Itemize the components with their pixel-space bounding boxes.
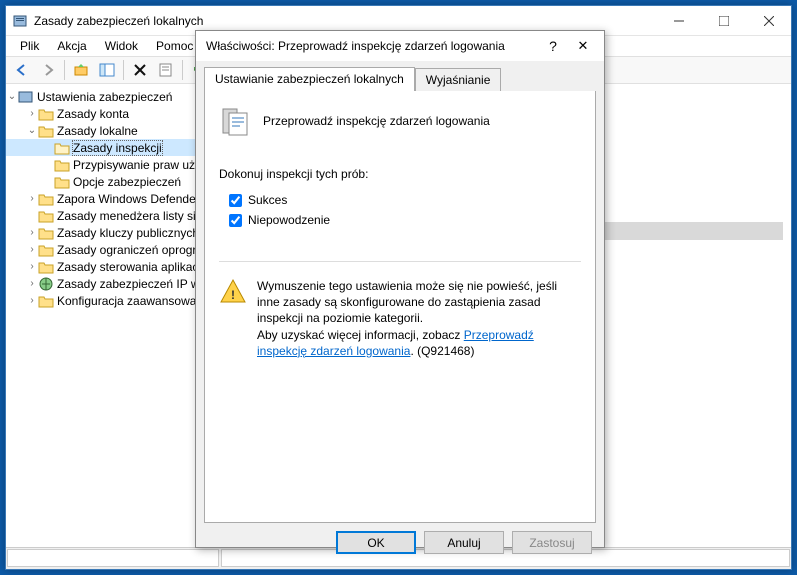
menu-action[interactable]: Akcja <box>49 37 94 55</box>
menu-file[interactable]: Plik <box>12 37 47 55</box>
minimize-button[interactable] <box>656 6 701 35</box>
dialog-buttons: OK Anuluj Zastosuj <box>196 531 604 564</box>
tree-item-label: Zasady ograniczeń oprogra <box>57 243 203 257</box>
expand-icon[interactable]: ⌄ <box>6 91 18 102</box>
back-button[interactable] <box>10 58 34 82</box>
status-left <box>7 549 219 567</box>
maximize-button[interactable] <box>701 6 746 35</box>
tab-strip: Ustawianie zabezpieczeń lokalnych Wyjaśn… <box>196 61 604 91</box>
expand-icon[interactable]: ⌄ <box>26 125 38 136</box>
failure-checkbox-row[interactable]: Niepowodzenie <box>229 213 581 227</box>
expand-icon[interactable]: › <box>26 227 38 238</box>
folder-icon <box>38 107 54 121</box>
tree-item[interactable]: Zasady menedżera listy sie <box>6 207 217 224</box>
warning-box: ! Wymuszenie tego ustawienia może się ni… <box>219 261 581 359</box>
menu-help[interactable]: Pomoc <box>148 37 201 55</box>
folder-icon <box>38 243 54 257</box>
tree-item[interactable]: ⌄ Zasady lokalne <box>6 122 217 139</box>
tree-root-label: Ustawienia zabezpieczeń <box>37 90 172 104</box>
policy-header: Przeprowadź inspekcję zdarzeń logowania <box>219 105 581 137</box>
folder-icon <box>38 209 54 223</box>
folder-icon <box>38 277 54 291</box>
toolbar-separator <box>123 60 124 80</box>
toolbar-separator <box>64 60 65 80</box>
window-controls <box>656 6 791 35</box>
properties-dialog: Właściwości: Przeprowadź inspekcję zdarz… <box>195 30 605 548</box>
toolbar-separator <box>182 60 183 80</box>
up-button[interactable] <box>69 58 93 82</box>
tree-item[interactable]: › Zasady konta <box>6 105 217 122</box>
expand-icon[interactable]: › <box>26 278 38 289</box>
tree-item[interactable]: › Zapora Windows Defender <box>6 190 217 207</box>
tree-item-label: Zapora Windows Defender <box>57 192 200 206</box>
warning-text: Wymuszenie tego ustawienia może się nie … <box>257 278 581 359</box>
show-hide-tree-button[interactable] <box>95 58 119 82</box>
success-checkbox-row[interactable]: Sukces <box>229 193 581 207</box>
tree-item[interactable]: › Zasady ograniczeń oprogra <box>6 241 217 258</box>
apply-button[interactable]: Zastosuj <box>512 531 592 554</box>
warning-line2b: . (Q921468) <box>410 344 474 358</box>
audit-section-label: Dokonuj inspekcji tych prób: <box>219 167 581 181</box>
tree-item[interactable]: › Zasady zabezpieczeń IP w k <box>6 275 217 292</box>
expand-icon[interactable]: › <box>26 295 38 306</box>
policy-name: Przeprowadź inspekcję zdarzeń logowania <box>263 114 490 128</box>
dialog-titlebar: Właściwości: Przeprowadź inspekcję zdarz… <box>196 31 604 61</box>
warning-line2a: Aby uzyskać więcej informacji, zobacz <box>257 328 464 342</box>
tree-item-label: Zasady inspekcji <box>73 141 162 155</box>
security-settings-icon <box>18 90 34 104</box>
folder-icon <box>38 192 54 206</box>
tree-item[interactable]: Opcje zabezpieczeń <box>6 173 217 190</box>
properties-button[interactable] <box>154 58 178 82</box>
failure-label: Niepowodzenie <box>248 213 330 227</box>
tree-item-label: Opcje zabezpieczeń <box>73 175 181 189</box>
failure-checkbox[interactable] <box>229 214 242 227</box>
tree-item-label: Zasady sterowania aplikacj <box>57 260 201 274</box>
ok-button[interactable]: OK <box>336 531 416 554</box>
tree-item[interactable]: › Zasady sterowania aplikacj <box>6 258 217 275</box>
tree-root[interactable]: ⌄ Ustawienia zabezpieczeń <box>6 88 217 105</box>
dialog-close-button[interactable]: ✕ <box>568 38 598 54</box>
close-button[interactable] <box>746 6 791 35</box>
warning-line1: Wymuszenie tego ustawienia może się nie … <box>257 279 557 325</box>
folder-icon <box>38 294 54 308</box>
tree-item[interactable]: Zasady inspekcji <box>6 139 217 156</box>
tree-item-label: Zasady kluczy publicznych <box>57 226 199 240</box>
tree-item-label: Konfiguracja zaawansowa <box>57 294 196 308</box>
tree-item-label: Zasady menedżera listy sie <box>57 209 202 223</box>
tree-item[interactable]: › Zasady kluczy publicznych <box>6 224 217 241</box>
warning-icon: ! <box>219 278 247 304</box>
policy-icon <box>219 105 251 137</box>
tree-item-label: Zasady lokalne <box>57 124 138 138</box>
cancel-button[interactable]: Anuluj <box>424 531 504 554</box>
window-title: Zasady zabezpieczeń lokalnych <box>34 14 656 28</box>
success-checkbox[interactable] <box>229 194 242 207</box>
folder-icon <box>38 124 54 138</box>
forward-button[interactable] <box>36 58 60 82</box>
tab-body: Przeprowadź inspekcję zdarzeń logowania … <box>204 91 596 523</box>
folder-icon <box>54 141 70 155</box>
tree-item-label: Przypisywanie praw uży <box>73 158 201 172</box>
tree-item[interactable]: › Konfiguracja zaawansowa <box>6 292 217 309</box>
tree-item[interactable]: Przypisywanie praw uży <box>6 156 217 173</box>
expand-icon[interactable]: › <box>26 261 38 272</box>
expand-icon[interactable]: › <box>26 193 38 204</box>
delete-button[interactable] <box>128 58 152 82</box>
tab-local-security[interactable]: Ustawianie zabezpieczeń lokalnych <box>204 67 415 91</box>
svg-text:!: ! <box>231 288 235 302</box>
folder-icon <box>54 158 70 172</box>
folder-icon <box>38 226 54 240</box>
app-icon <box>12 13 28 29</box>
tree-pane[interactable]: ⌄ Ustawienia zabezpieczeń ›Zasady konta⌄… <box>6 86 218 547</box>
tab-explain[interactable]: Wyjaśnianie <box>415 68 502 92</box>
folder-icon <box>54 175 70 189</box>
help-button[interactable]: ? <box>538 38 568 54</box>
success-label: Sukces <box>248 193 287 207</box>
menu-view[interactable]: Widok <box>97 37 146 55</box>
tree-item-label: Zasady konta <box>57 107 129 121</box>
dialog-title: Właściwości: Przeprowadź inspekcję zdarz… <box>206 39 538 53</box>
folder-icon <box>38 260 54 274</box>
expand-icon[interactable]: › <box>26 244 38 255</box>
expand-icon[interactable]: › <box>26 108 38 119</box>
tree-item-label: Zasady zabezpieczeń IP w k <box>57 277 209 291</box>
